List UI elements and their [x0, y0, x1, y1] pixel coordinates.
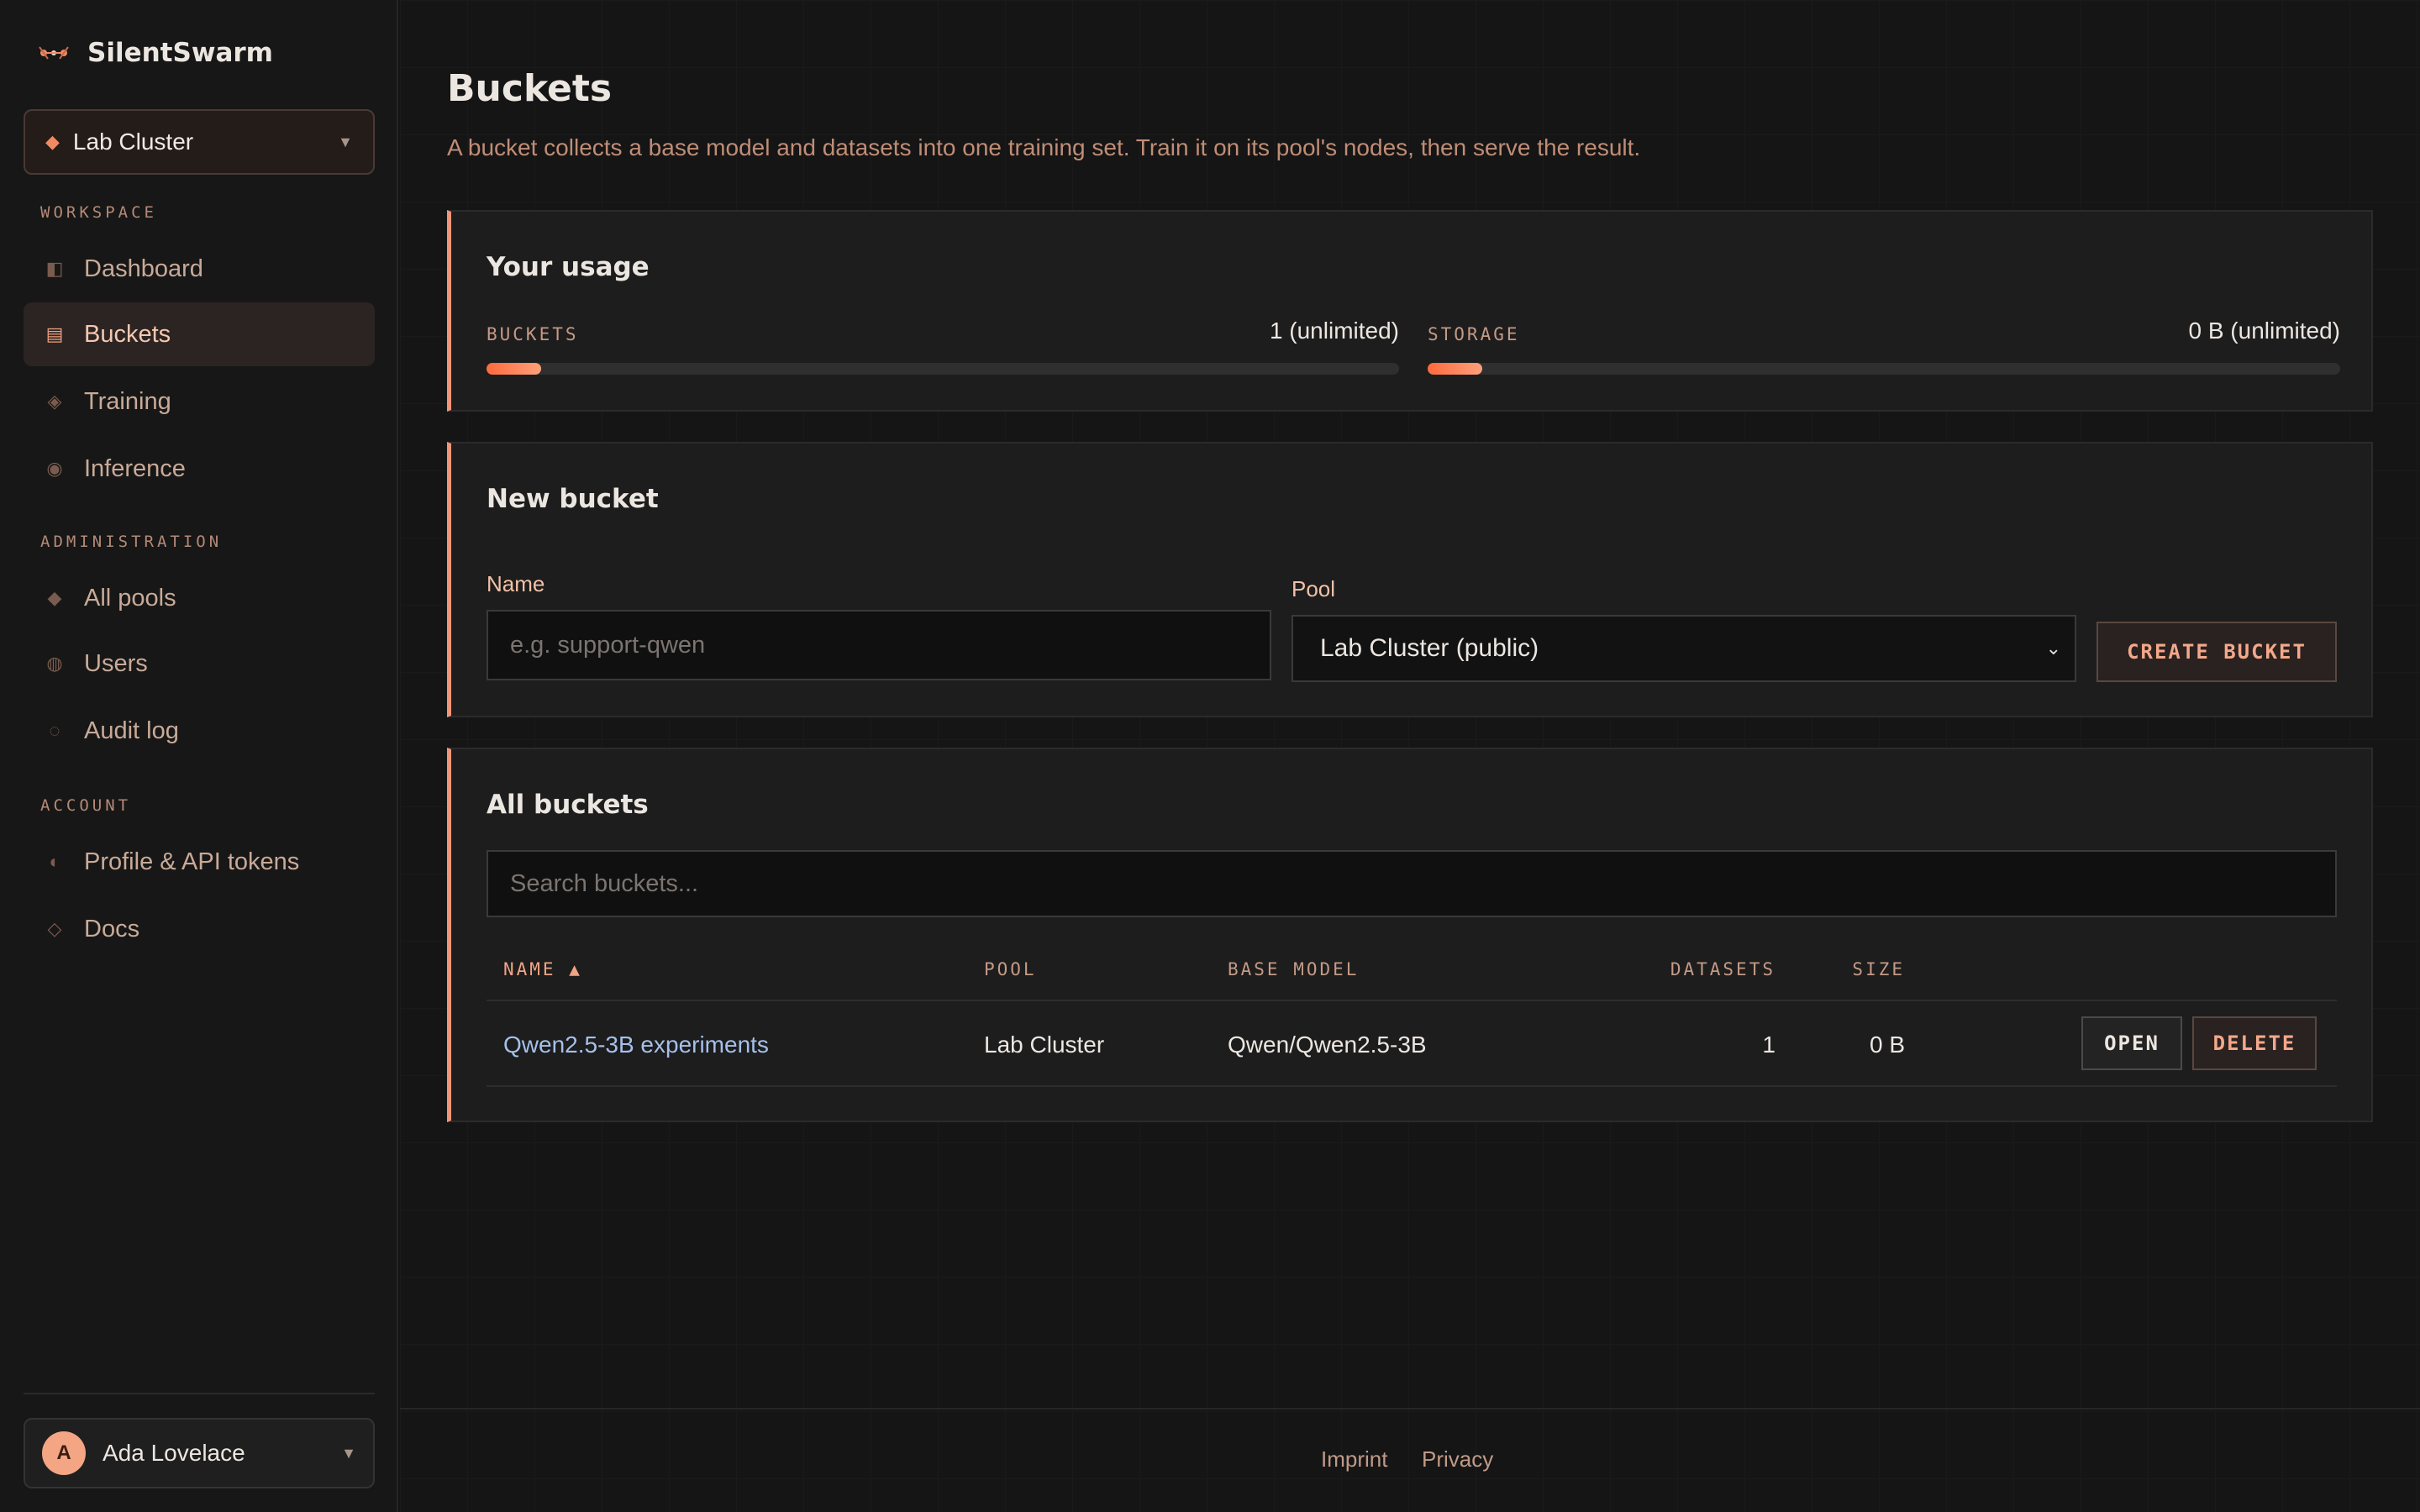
inference-icon: ◉: [46, 458, 63, 479]
bucket-base-model: Qwen/Qwen2.5-3B: [1228, 1032, 1427, 1058]
sidebar-item-dashboard[interactable]: ◧ Dashboard: [24, 237, 375, 301]
users-icon: ◍: [46, 653, 63, 674]
storage-usage-bar: [1428, 363, 2340, 375]
diamond-icon: ◆: [45, 131, 60, 152]
cluster-selector-label: Lab Cluster: [72, 129, 194, 155]
sidebar-item-audit-log[interactable]: ◌ Audit log: [24, 699, 375, 763]
sidebar-item-buckets[interactable]: ▤ Buckets: [24, 302, 375, 366]
usage-card: Your usage BUCKETS 1 (unlimited) STORAGE…: [447, 210, 2373, 412]
audit-log-icon: ◌: [49, 720, 60, 741]
brand[interactable]: SilentSwarm: [37, 35, 273, 71]
training-icon: ◈: [47, 391, 62, 412]
main-content: Buckets A bucket collects a base model a…: [400, 0, 2420, 1512]
sidebar-item-label: Inference: [84, 454, 186, 482]
divider: [487, 1000, 2337, 1001]
buckets-usage-value: 1 (unlimited): [1269, 318, 1399, 344]
sidebar-item-label: Docs: [84, 915, 140, 942]
name-field-label: Name: [487, 571, 545, 596]
pool-field-label: Pool: [1292, 576, 1336, 601]
column-header-base-model[interactable]: BASE MODEL: [1228, 959, 1359, 979]
all-buckets-card: All buckets NAME ▲ POOL BASE MODEL DATAS…: [447, 748, 2373, 1122]
all-buckets-title: All buckets: [487, 790, 649, 820]
open-button[interactable]: OPEN: [2081, 1016, 2182, 1070]
storage-usage-value: 0 B (unlimited): [2188, 318, 2340, 344]
dashboard-icon: ◧: [45, 258, 64, 279]
imprint-link[interactable]: Imprint: [1321, 1446, 1387, 1473]
sidebar-item-users[interactable]: ◍ Users: [24, 632, 375, 696]
pool-select[interactable]: Lab Cluster (public) ⌄: [1292, 615, 2076, 682]
bucket-datasets: 1: [1762, 1032, 1776, 1058]
footer-divider: [400, 1408, 2420, 1410]
buckets-usage-fill: [487, 363, 542, 375]
column-header-datasets[interactable]: DATASETS: [1644, 959, 1776, 979]
bucket-name-link[interactable]: Qwen2.5-3B experiments: [503, 1032, 769, 1058]
buckets-usage-label: BUCKETS: [487, 324, 579, 344]
storage-usage-label: STORAGE: [1428, 324, 1520, 344]
usage-title: Your usage: [487, 252, 650, 282]
new-bucket-card: New bucket Name Pool Lab Cluster (public…: [447, 442, 2373, 717]
sidebar-item-label: Dashboard: [84, 255, 203, 282]
chevron-down-icon: ▼: [338, 133, 353, 150]
avatar: A: [42, 1431, 86, 1475]
bucket-pool: Lab Cluster: [984, 1032, 1105, 1058]
sidebar-item-label: Profile & API tokens: [84, 848, 300, 875]
pool-select-value: Lab Cluster (public): [1320, 634, 1539, 662]
sidebar-item-training[interactable]: ◈ Training: [24, 370, 375, 433]
sidebar-item-label: Buckets: [84, 320, 171, 348]
page-title: Buckets: [447, 67, 613, 110]
profile-icon: ◐: [49, 851, 60, 872]
sidebar-item-profile[interactable]: ◐ Profile & API tokens: [24, 830, 375, 894]
bucket-icon: ▤: [45, 323, 64, 344]
column-header-name[interactable]: NAME ▲: [503, 959, 582, 979]
new-bucket-title: New bucket: [487, 484, 659, 514]
sidebar-item-label: Audit log: [84, 717, 179, 744]
bucket-size: 0 B: [1869, 1032, 1905, 1058]
chevron-down-icon: ⌄: [2045, 638, 2061, 659]
pools-icon: ◆: [47, 587, 62, 608]
sidebar-item-all-pools[interactable]: ◆ All pools: [24, 566, 375, 630]
privacy-link[interactable]: Privacy: [1422, 1446, 1493, 1473]
section-account: ACCOUNT: [40, 796, 132, 815]
divider: [487, 1085, 2337, 1087]
search-buckets-input[interactable]: [487, 850, 2337, 917]
user-menu[interactable]: A Ada Lovelace ▼: [24, 1418, 375, 1488]
sidebar-item-label: All pools: [84, 584, 176, 612]
sidebar-item-inference[interactable]: ◉ Inference: [24, 437, 375, 501]
user-name: Ada Lovelace: [103, 1440, 245, 1466]
sidebar: SilentSwarm ◆ Lab Cluster ▼ WORKSPACE ◧ …: [0, 0, 398, 1512]
section-workspace: WORKSPACE: [40, 203, 157, 222]
app-name: SilentSwarm: [87, 38, 273, 68]
sidebar-item-label: Training: [84, 387, 171, 415]
buckets-usage-bar: [487, 363, 1399, 375]
sidebar-item-docs[interactable]: ◇ Docs: [24, 897, 375, 961]
chevron-down-icon: ▼: [341, 1444, 356, 1462]
docs-icon: ◇: [47, 918, 62, 939]
storage-usage-fill: [1428, 363, 1483, 375]
cluster-selector[interactable]: ◆ Lab Cluster ▼: [24, 109, 375, 175]
column-header-pool[interactable]: POOL: [984, 959, 1037, 979]
bucket-name-input[interactable]: [487, 610, 1271, 680]
section-administration: ADMINISTRATION: [40, 533, 223, 551]
create-bucket-button[interactable]: CREATE BUCKET: [2096, 622, 2337, 682]
sidebar-item-label: Users: [84, 649, 148, 677]
page-subtitle: A bucket collects a base model and datas…: [447, 134, 1641, 160]
divider: [24, 1393, 375, 1394]
swarm-logo-icon: [37, 42, 71, 64]
column-header-size[interactable]: SIZE: [1818, 959, 1905, 979]
delete-button[interactable]: DELETE: [2192, 1016, 2317, 1070]
